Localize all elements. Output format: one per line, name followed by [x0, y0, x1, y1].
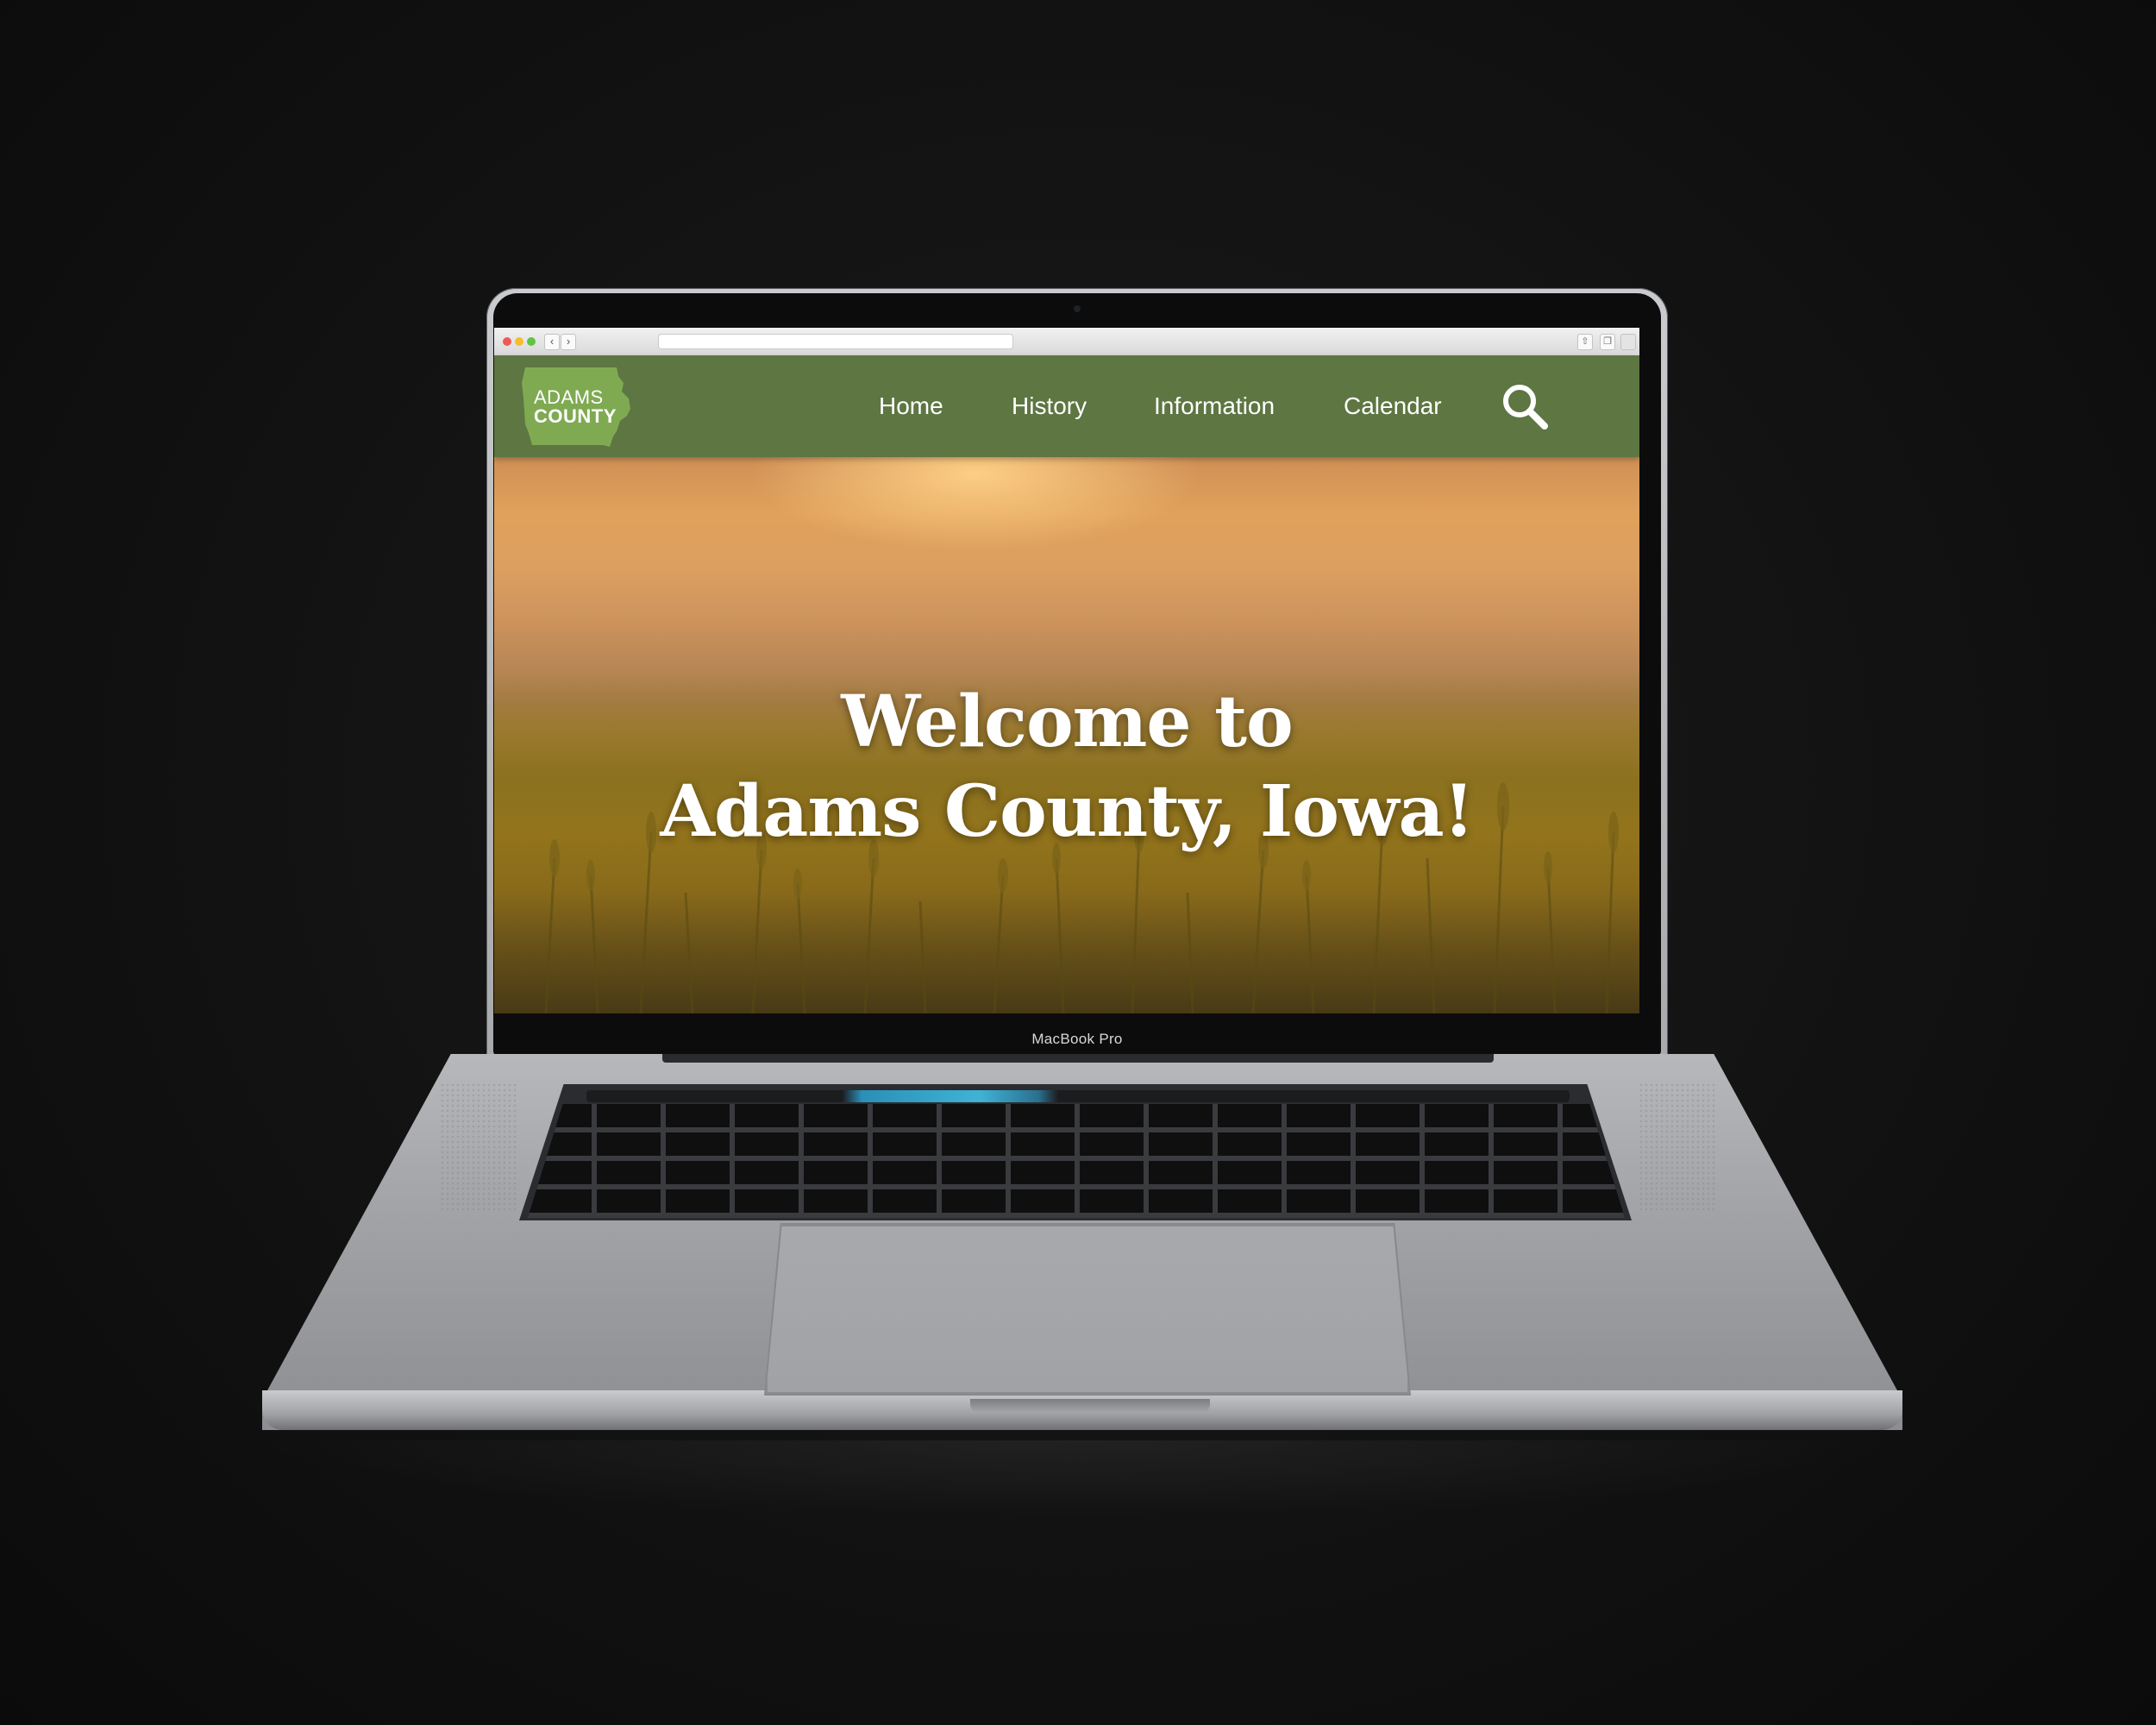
hero-title-line-2: Adams County, Iowa!	[660, 769, 1474, 853]
magnifier-icon	[1503, 385, 1548, 430]
screen: ‹ › ⇧ ❐ ADAMS COUNTY Home History Inform…	[494, 328, 1639, 1013]
browser-toolbar: ‹ › ⇧ ❐	[494, 328, 1639, 356]
lid-opening-notch	[970, 1399, 1210, 1413]
nav-home[interactable]: Home	[879, 392, 943, 420]
zoom-window-button[interactable]	[527, 337, 536, 346]
trackpad	[766, 1225, 1409, 1394]
speaker-grille-left	[440, 1082, 517, 1212]
address-bar[interactable]	[658, 334, 1013, 349]
search-button[interactable]	[1500, 381, 1550, 431]
camera-icon	[1074, 305, 1081, 312]
speaker-grille-right	[1639, 1082, 1716, 1212]
table-reflection	[259, 1440, 1897, 1518]
main-nav: Home History Information Calendar	[494, 355, 1639, 457]
nav-information[interactable]: Information	[1154, 392, 1275, 420]
touch-bar	[586, 1090, 1570, 1102]
hero-title-line-1: Welcome to	[841, 680, 1293, 763]
model-label: MacBook Pro	[1031, 1031, 1123, 1047]
forward-button[interactable]: ›	[561, 334, 576, 350]
minimize-window-button[interactable]	[515, 337, 523, 346]
back-button[interactable]: ‹	[544, 334, 560, 350]
sidebar-toggle[interactable]	[1620, 334, 1636, 350]
close-window-button[interactable]	[503, 337, 511, 346]
hero-title: Welcome to Adams County, Iowa!	[494, 677, 1639, 856]
site-header: ADAMS COUNTY Home History Information Ca…	[494, 355, 1639, 457]
tabs-icon[interactable]: ❐	[1600, 334, 1615, 350]
share-icon[interactable]: ⇧	[1577, 334, 1593, 350]
nav-history[interactable]: History	[1012, 392, 1087, 420]
hero-banner: Welcome to Adams County, Iowa!	[494, 457, 1639, 1013]
laptop-hinge	[662, 1054, 1494, 1063]
nav-calendar[interactable]: Calendar	[1344, 392, 1442, 420]
keyboard-rows	[528, 1104, 1625, 1218]
